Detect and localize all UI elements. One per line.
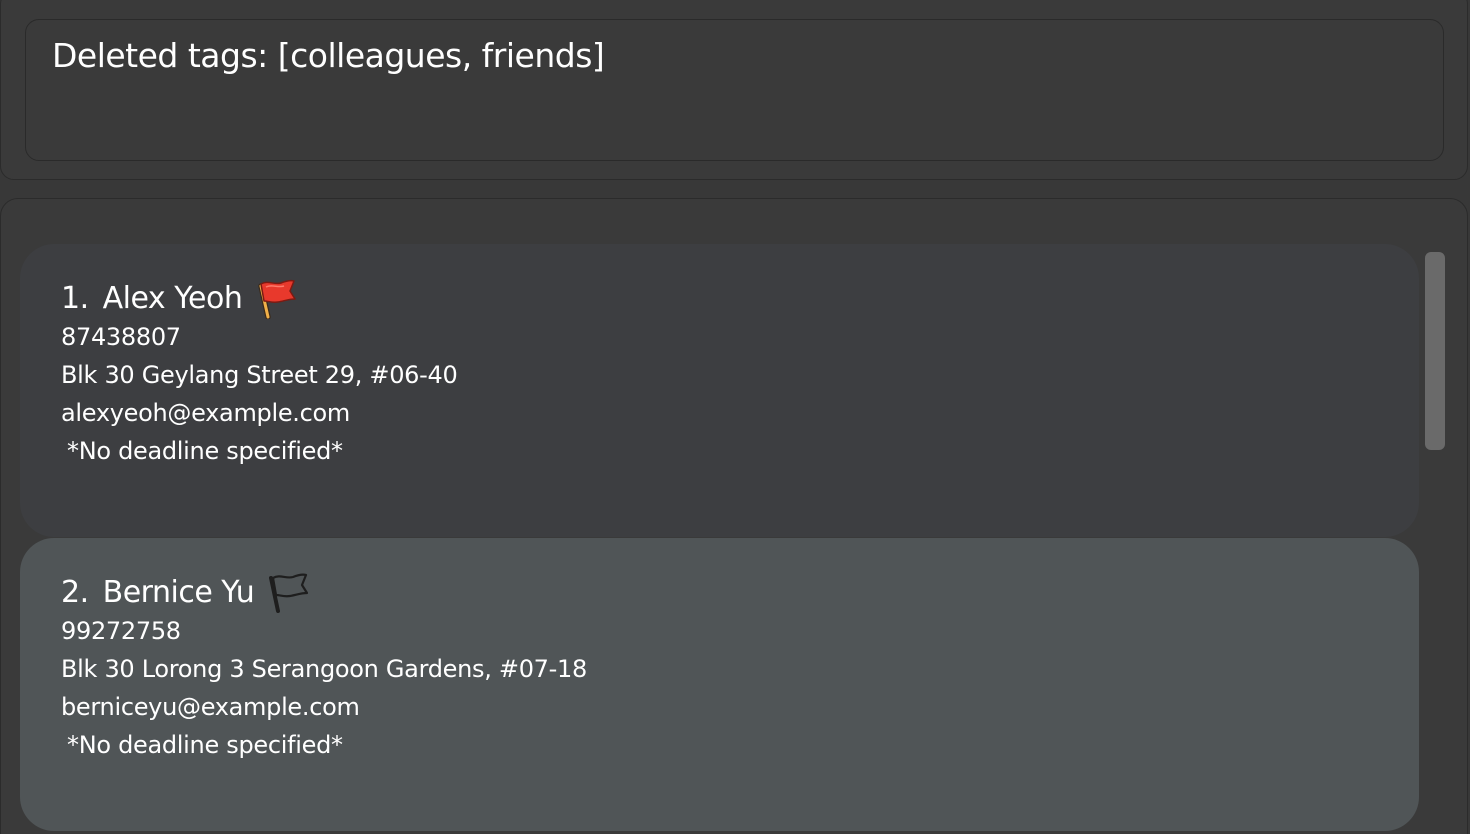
scrollbar-thumb[interactable] [1425, 252, 1445, 450]
person-name: Bernice Yu [102, 574, 255, 610]
white-flag-icon [269, 573, 309, 613]
person-list-panel: 1. Alex Yeoh 87438807 Blk 30 Geylang Str… [0, 198, 1468, 834]
result-display-panel: Deleted tags: [colleagues, friends] [0, 0, 1468, 180]
person-phone: 99272758 [61, 617, 181, 645]
person-deadline: *No deadline specified* [67, 437, 343, 465]
person-phone: 87438807 [61, 323, 181, 351]
person-card-header: 2. Bernice Yu [61, 572, 309, 613]
person-card-header: 1. Alex Yeoh [61, 278, 297, 319]
person-index: 1. [61, 280, 89, 316]
person-index: 2. [61, 574, 89, 610]
person-card-selected[interactable]: 2. Bernice Yu 99272758 Blk 30 Lorong 3 S… [20, 538, 1419, 831]
person-email: berniceyu@example.com [61, 693, 360, 721]
result-message: Deleted tags: [colleagues, friends] [52, 36, 605, 75]
person-deadline: *No deadline specified* [67, 731, 343, 759]
person-card[interactable]: 1. Alex Yeoh 87438807 Blk 30 Geylang Str… [20, 244, 1419, 537]
person-name: Alex Yeoh [102, 280, 243, 316]
result-display-box[interactable]: Deleted tags: [colleagues, friends] [25, 19, 1444, 161]
red-flag-icon [258, 279, 297, 319]
person-email: alexyeoh@example.com [61, 399, 350, 427]
person-address: Blk 30 Geylang Street 29, #06-40 [61, 361, 458, 389]
person-address: Blk 30 Lorong 3 Serangoon Gardens, #07-1… [61, 655, 587, 683]
app-window: Deleted tags: [colleagues, friends] 1. A… [0, 0, 1470, 834]
list-scrollbar[interactable] [1423, 244, 1447, 834]
